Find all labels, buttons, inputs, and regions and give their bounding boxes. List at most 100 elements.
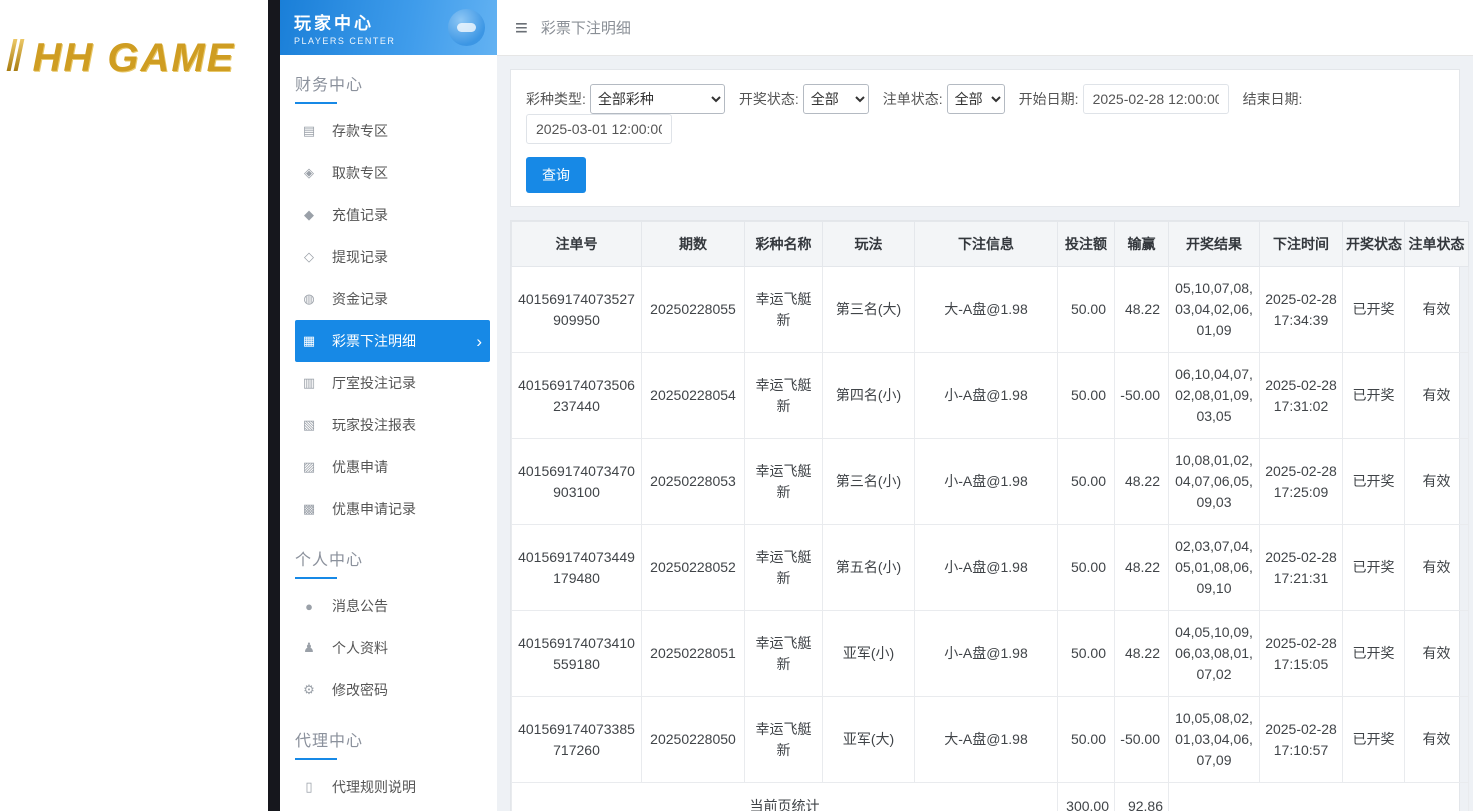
sidebar-item-hall-bet-records[interactable]: ▥ 厅室投注记录 [295,362,490,404]
sidebar-item-label: 存款专区 [332,123,388,139]
cell-bet-amount: 50.00 [1057,524,1115,611]
section-title-finance-center: 财务中心 [295,71,482,104]
cell-win-loss: 48.22 [1114,438,1169,525]
sidebar-item-personal-profile[interactable]: ♟ 个人资料 [295,627,490,669]
cell-lottery-name: 幸运飞艇新 [744,610,823,697]
sidebar-item-label: 取款专区 [332,165,388,181]
table-row: 401569174073527909950 20250228055 幸运飞艇新 第三名… [511,266,1469,353]
end-date-input[interactable] [526,114,672,144]
cell-bet-amount: 50.00 [1057,696,1115,783]
sidebar-item-funds-records[interactable]: ◍ 资金记录 [295,278,490,320]
bet-table: 注单号 期数 彩种名称 玩法 下注信息 投注额 输赢 开奖结果 下注时间 开奖状态 注单状态 401… [511,221,1469,811]
col-header-order-status: 注单状态 [1404,221,1469,267]
main-area: ≡ 彩票下注明细 彩种类型: 全部彩种 开奖状态: 全部 注单状态: 全部 开始… [497,0,1473,811]
cell-order-status: 有效 [1404,610,1469,697]
filter-panel: 彩种类型: 全部彩种 开奖状态: 全部 注单状态: 全部 开始日期: 结束日期:… [510,69,1460,207]
cell-bet-time: 2025-02-28 17:34:39 [1259,266,1343,353]
sidebar-item-promo-apply-records[interactable]: ▩ 优惠申请记录 [295,488,490,530]
cell-play-type: 第四名(小) [822,352,915,439]
cell-draw-status: 已开奖 [1342,610,1405,697]
sidebar-item-lottery-bet-details[interactable]: ▦ 彩票下注明细 › [295,320,490,362]
draw-status-select[interactable]: 全部 [802,84,869,114]
query-button[interactable]: 查询 [526,157,586,193]
sidebar-item-label: 代理规则说明 [332,779,416,795]
cell-win-loss: 48.22 [1114,266,1169,353]
gear-icon: ⚙ [303,682,315,697]
cell-lottery-name: 幸运飞艇新 [744,438,823,525]
cell-bet-amount: 50.00 [1057,438,1115,525]
sidebar-item-promo-apply[interactable]: ▨ 优惠申请 [295,446,490,488]
topbar: ≡ 彩票下注明细 [497,0,1473,56]
sidebar-item-withdraw-zone[interactable]: ◈ 取款专区 [295,152,490,194]
cell-draw-status: 已开奖 [1342,524,1405,611]
sidebar-item-change-password[interactable]: ⚙ 修改密码 [295,669,490,711]
cell-period: 20250228055 [641,266,745,353]
end-date-label: 结束日期: [1242,91,1303,107]
table-row: 401569174073470903100 20250228053 幸运飞艇新 第三名… [511,438,1469,525]
sidebar: 玩家中心 PLAYERS CENTER 财务中心 ▤ 存款专区 ◈ 取款专区 ◆ 充值记录 ◇… [280,0,497,811]
sidebar-item-label: 资金记录 [332,291,388,307]
cell-bet-info: 大-A盘@1.98 [914,696,1058,783]
cell-draw-result: 10,05,08,02,01,03,04,06,07,09 [1168,696,1260,783]
cell-bet-time: 2025-02-28 17:21:31 [1259,524,1343,611]
sidebar-item-agent-rules[interactable]: ▯ 代理规则说明 [295,766,490,808]
table-panel: 注单号 期数 彩种名称 玩法 下注信息 投注额 输赢 开奖结果 下注时间 开奖状态 注单状态 401… [510,220,1469,811]
table-row: 401569174073385717260 20250228050 幸运飞艇新 亚军(… [511,696,1469,783]
gamepad-icon [448,9,485,46]
sidebar-item-player-bet-report[interactable]: ▧ 玩家投注报表 [295,404,490,446]
cell-order-status: 有效 [1404,524,1469,611]
cell-period: 20250228054 [641,352,745,439]
sidebar-item-label: 彩票下注明细 [332,333,416,349]
section-title-agent-center: 代理中心 [295,727,482,760]
table-head: 注单号 期数 彩种名称 玩法 下注信息 投注额 输赢 开奖结果 下注时间 开奖状态 注单状态 [511,221,1469,267]
cell-bet-amount: 50.00 [1057,352,1115,439]
sidebar-item-withdrawal-records[interactable]: ◇ 提现记录 [295,236,490,278]
lottery-type-select[interactable]: 全部彩种 [589,84,725,114]
cell-bet-info: 小-A盘@1.98 [914,524,1058,611]
promo-apply-icon: ▨ [302,459,316,474]
cell-lottery-name: 幸运飞艇新 [744,524,823,611]
sidebar-item-recharge-records[interactable]: ◆ 充值记录 [295,194,490,236]
sidebar-item-label: 个人资料 [332,640,388,656]
sidebar-item-deposit-zone[interactable]: ▤ 存款专区 [295,110,490,152]
cell-bet-time: 2025-02-28 17:31:02 [1259,352,1343,439]
cell-bet-info: 小-A盘@1.98 [914,352,1058,439]
order-status-select[interactable]: 全部 [946,84,1005,114]
col-header-period: 期数 [641,221,745,267]
sidebar-item-label: 消息公告 [332,598,388,614]
cell-order-no: 401569174073449179480 [511,524,642,611]
cell-period: 20250228050 [641,696,745,783]
sidebar-item-message-announcements[interactable]: ● 消息公告 [295,585,490,627]
filter-row: 彩种类型: 全部彩种 开奖状态: 全部 注单状态: 全部 开始日期: 结束日期: [526,84,1444,144]
cell-draw-result: 10,08,01,02,04,07,06,05,09,03 [1168,438,1260,525]
cell-order-no: 401569174073470903100 [511,438,642,525]
cell-bet-time: 2025-02-28 17:10:57 [1259,696,1343,783]
col-header-bet-time: 下注时间 [1259,221,1343,267]
start-date-input[interactable] [1082,84,1229,114]
col-header-bet-amount: 投注额 [1057,221,1115,267]
document-icon: ▯ [305,779,313,794]
cell-bet-time: 2025-02-28 17:15:05 [1259,610,1343,697]
table-row: 401569174073410559180 20250228051 幸运飞艇新 亚军(… [511,610,1469,697]
sidebar-item-label: 提现记录 [332,249,388,265]
cell-bet-time: 2025-02-28 17:25:09 [1259,438,1343,525]
lottery-type-label: 彩种类型: [526,91,586,107]
cell-play-type: 第五名(小) [822,524,915,611]
sidebar-item-label: 玩家投注报表 [332,417,416,433]
summary-win-loss-total: 92.86 [1114,782,1169,811]
logo-text: HH GAME [32,36,236,80]
person-icon: ♟ [303,640,315,655]
cell-lottery-name: 幸运飞艇新 [744,696,823,783]
table-row: 401569174073506237440 20250228054 幸运飞艇新 第四名… [511,352,1469,439]
chevron-right-icon: › [476,331,482,351]
sidebar-item-label: 充值记录 [332,207,388,223]
hamburger-icon[interactable]: ≡ [515,16,528,39]
cell-bet-info: 小-A盘@1.98 [914,438,1058,525]
cell-win-loss: -50.00 [1114,696,1169,783]
table-row: 401569174073449179480 20250228052 幸运飞艇新 第五名… [511,524,1469,611]
content: 彩种类型: 全部彩种 开奖状态: 全部 注单状态: 全部 开始日期: 结束日期:… [497,56,1473,811]
cell-order-status: 有效 [1404,696,1469,783]
table-header-row: 注单号 期数 彩种名称 玩法 下注信息 投注额 输赢 开奖结果 下注时间 开奖状态 注单状态 [511,221,1469,267]
cell-draw-result: 04,05,10,09,06,03,08,01,07,02 [1168,610,1260,697]
summary-bet-total: 300.00 [1057,782,1115,811]
